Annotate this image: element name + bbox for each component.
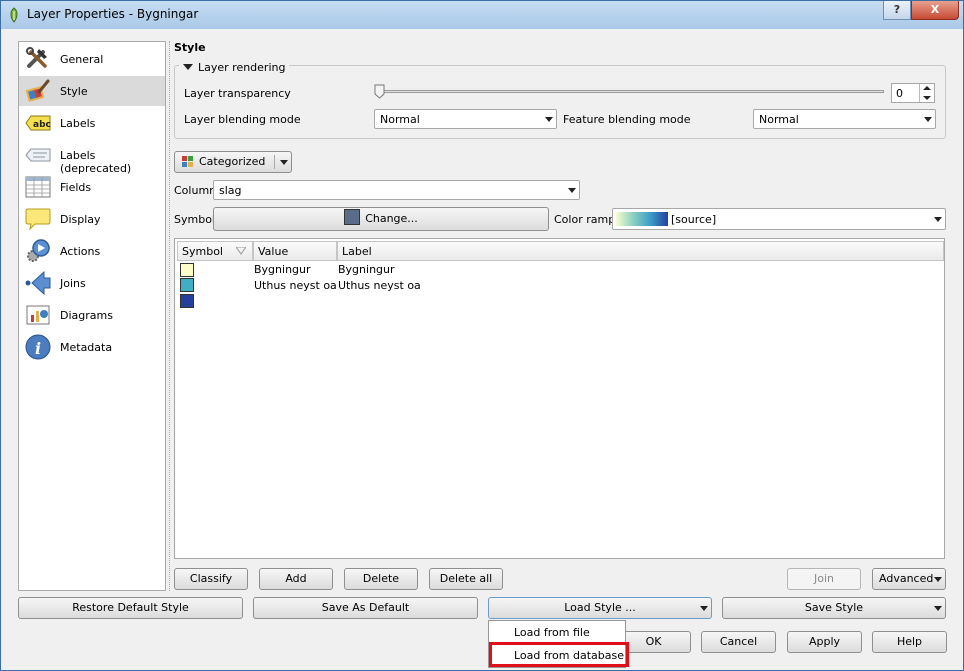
table-fields-icon	[25, 176, 51, 198]
sidebar-item-fields[interactable]: Fields	[19, 172, 165, 202]
delete-all-button[interactable]: Delete all	[429, 568, 503, 590]
header-label[interactable]: Label	[337, 241, 944, 261]
symbol-swatch[interactable]	[180, 294, 194, 308]
title-bar: Layer Properties - Bygningar ? X	[1, 1, 963, 29]
chevron-down-icon	[545, 117, 553, 122]
collapse-triangle-icon	[183, 64, 193, 70]
spin-down-button[interactable]	[919, 93, 934, 102]
save-as-default-button[interactable]: Save As Default	[253, 597, 478, 619]
transparency-label: Layer transparency	[184, 87, 291, 100]
renderer-select[interactable]: Categorized	[174, 151, 292, 173]
sort-down-icon	[236, 247, 246, 255]
sidebar-item-label: Display	[60, 213, 101, 226]
save-style-button[interactable]: Save Style	[722, 597, 946, 619]
sidebar-item-label: Actions	[60, 245, 101, 258]
highlight-annotation	[489, 642, 629, 667]
sidebar-item-labels[interactable]: abc Labels	[19, 108, 165, 138]
chevron-down-icon	[934, 577, 942, 582]
apply-button[interactable]: Apply	[787, 631, 862, 653]
layer-blending-select[interactable]: Normal	[374, 109, 557, 129]
column-label: Column	[174, 184, 217, 197]
add-button[interactable]: Add	[259, 568, 333, 590]
chevron-down-icon	[700, 606, 708, 611]
categorized-icon	[182, 156, 193, 167]
sidebar-item-display[interactable]: Display	[19, 204, 165, 234]
abc-label-icon: abc	[25, 115, 51, 131]
sidebar-item-actions[interactable]: Actions	[19, 236, 165, 266]
page-title: Style	[174, 41, 206, 54]
color-ramp-label: Color ramp	[554, 213, 616, 226]
categories-table: Symbol Value Label Bygningur Bygningur U…	[174, 238, 945, 559]
sidebar-item-label: Style	[60, 85, 88, 98]
sidebar-item-label: Diagrams	[60, 309, 113, 322]
help-button[interactable]: Help	[872, 631, 947, 653]
svg-text:i: i	[35, 339, 41, 358]
sidebar-item-label: Labels	[60, 117, 96, 130]
feature-blending-select[interactable]: Normal	[753, 109, 936, 129]
table-row-value[interactable]: Uthus neyst oa	[254, 279, 337, 292]
sidebar-item-general[interactable]: General	[19, 44, 165, 74]
color-ramp-preview	[616, 212, 668, 226]
menu-item-load-from-file[interactable]: Load from file	[490, 622, 624, 643]
blending-mode-label: Layer blending mode	[184, 113, 301, 126]
transparency-spinbox[interactable]: 0	[891, 83, 935, 103]
column-select[interactable]: slag	[213, 180, 580, 200]
symbol-swatch[interactable]	[180, 263, 194, 277]
diagram-icon	[26, 305, 50, 325]
sidebar-item-diagrams[interactable]: Diagrams	[19, 300, 165, 330]
chevron-down-icon	[568, 188, 576, 193]
chevron-down-icon	[280, 160, 288, 165]
arrow-join-icon	[25, 270, 51, 296]
delete-button[interactable]: Delete	[344, 568, 418, 590]
sidebar-item-metadata[interactable]: i Metadata	[19, 332, 165, 362]
close-window-button[interactable]: X	[911, 1, 959, 20]
table-row-label[interactable]: Uthus neyst oa	[338, 279, 421, 292]
restore-default-style-button[interactable]: Restore Default Style	[18, 597, 243, 619]
header-symbol[interactable]: Symbol	[177, 241, 253, 261]
paint-brush-icon	[25, 79, 50, 102]
hammer-wrench-icon	[26, 47, 47, 68]
symbol-label: Symbol	[174, 213, 215, 226]
speech-bubble-icon	[25, 208, 51, 231]
sidebar-item-style[interactable]: Style	[19, 76, 165, 106]
chevron-down-icon	[924, 117, 932, 122]
slider-handle[interactable]	[374, 84, 385, 99]
advanced-menu-button[interactable]: Advanced	[872, 568, 946, 590]
chevron-down-icon	[934, 606, 942, 611]
load-style-button[interactable]: Load Style ...	[488, 597, 712, 619]
window-title: Layer Properties - Bygningar	[27, 7, 199, 21]
transparency-slider[interactable]	[379, 90, 884, 93]
symbol-swatch[interactable]	[180, 278, 194, 292]
table-row-value[interactable]: Bygningur	[254, 263, 311, 276]
symbol-swatch	[344, 209, 361, 225]
header-value[interactable]: Value	[253, 241, 337, 261]
info-icon: i	[25, 334, 51, 360]
gear-play-icon	[27, 239, 50, 262]
splitter-handle[interactable]	[169, 41, 172, 591]
table-row-label[interactable]: Bygningur	[338, 263, 395, 276]
label-deprecated-icon	[25, 148, 51, 162]
svg-text:abc: abc	[33, 120, 51, 130]
color-ramp-select[interactable]: [source]	[612, 208, 946, 230]
sidebar-item-label: Metadata	[60, 341, 113, 354]
sidebar-item-label: Joins	[60, 277, 86, 290]
layer-rendering-toggle[interactable]: Layer rendering	[179, 61, 290, 74]
join-button[interactable]: Join	[787, 568, 861, 590]
sidebar: General Style abc Labels Labels (depreca…	[18, 41, 166, 591]
sidebar-item-labels-deprecated[interactable]: Labels (deprecated)	[19, 140, 165, 175]
sidebar-item-joins[interactable]: Joins	[19, 268, 165, 298]
chevron-down-icon	[934, 217, 942, 222]
help-title-button[interactable]: ?	[883, 1, 911, 20]
spin-up-button[interactable]	[919, 84, 934, 93]
layer-properties-window: Layer Properties - Bygningar ? X General…	[0, 0, 964, 671]
change-symbol-button[interactable]: Change...	[213, 207, 549, 231]
qgis-app-icon	[10, 7, 18, 23]
feature-blending-label: Feature blending mode	[563, 113, 691, 126]
classify-button[interactable]: Classify	[174, 568, 248, 590]
sidebar-item-label: Fields	[60, 181, 92, 194]
cancel-button[interactable]: Cancel	[701, 631, 776, 653]
sidebar-item-label: General	[60, 53, 104, 66]
